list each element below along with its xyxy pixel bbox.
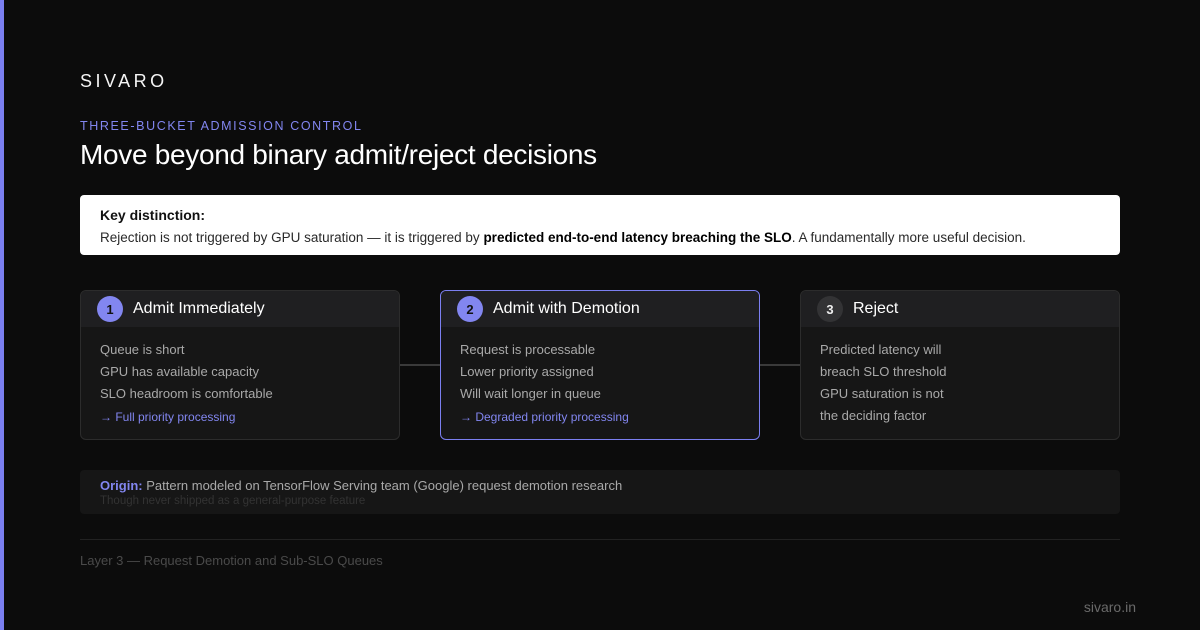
card-line: Lower priority assigned [460, 364, 594, 379]
bucket-card-demote: 2 Admit with Demotion Request is process… [440, 290, 760, 440]
card-line: breach SLO threshold [820, 364, 947, 379]
card-header: 3 Reject [801, 291, 1119, 327]
brand-logo: SIVARO [80, 71, 168, 91]
card-line: Predicted latency will [820, 342, 942, 357]
card-title: Reject [853, 300, 899, 317]
card-header: 1 Admit Immediately [81, 291, 399, 327]
card-outcome: → Degraded priority processing [460, 410, 629, 424]
footer-url: sivaro.in [1083, 599, 1136, 615]
card-title: Admit with Demotion [493, 300, 640, 317]
card-line: SLO headroom is comfortable [100, 386, 273, 401]
card-header: 2 Admit with Demotion [441, 291, 759, 327]
card-body: Predicted latency will breach SLO thresh… [801, 327, 1119, 427]
bucket-card-reject: 3 Reject Predicted latency will breach S… [800, 290, 1120, 440]
origin-subtext: Though never shipped as a general-purpos… [100, 495, 366, 507]
card-body: Request is processable Lower priority as… [441, 327, 759, 424]
key-text-bold: predicted end-to-end latency breaching t… [483, 230, 792, 245]
connector-2-3 [760, 364, 800, 366]
card-outcome: → Full priority processing [100, 410, 236, 424]
key-distinction-text: Rejection is not triggered by GPU satura… [100, 230, 1100, 245]
key-text-after: . A fundamentally more useful decision. [791, 230, 1026, 245]
card-line: the deciding factor [820, 408, 927, 423]
step-number-badge: 2 [457, 296, 483, 322]
accent-bar [0, 0, 4, 630]
step-number-badge: 3 [817, 296, 843, 322]
key-text-before: Rejection is not triggered by GPU satura… [100, 230, 484, 245]
origin-text: Pattern modeled on TensorFlow Serving te… [142, 478, 623, 493]
key-distinction-box: Key distinction: Rejection is not trigge… [80, 195, 1120, 255]
key-distinction-title: Key distinction: [100, 207, 206, 223]
card-body: Queue is short GPU has available capacit… [81, 327, 399, 424]
connector-1-2 [400, 364, 440, 366]
footer-divider [80, 539, 1120, 540]
card-line: Queue is short [100, 342, 185, 357]
page-title: Move beyond binary admit/reject decision… [80, 139, 597, 170]
origin-note: Origin: Pattern modeled on TensorFlow Se… [80, 470, 1120, 514]
origin-label: Origin: [100, 478, 143, 493]
origin-line: Origin: Pattern modeled on TensorFlow Se… [100, 478, 1100, 493]
step-number-badge: 1 [97, 296, 123, 322]
card-line: Request is processable [460, 342, 596, 357]
eyebrow-label: THREE-BUCKET ADMISSION CONTROL [80, 119, 363, 133]
card-title: Admit Immediately [133, 300, 265, 317]
card-line: GPU has available capacity [100, 364, 259, 379]
bucket-card-admit: 1 Admit Immediately Queue is short GPU h… [80, 290, 400, 440]
footer-caption: Layer 3 — Request Demotion and Sub-SLO Q… [80, 553, 383, 568]
card-line: GPU saturation is not [820, 386, 944, 401]
card-line: Will wait longer in queue [460, 386, 601, 401]
